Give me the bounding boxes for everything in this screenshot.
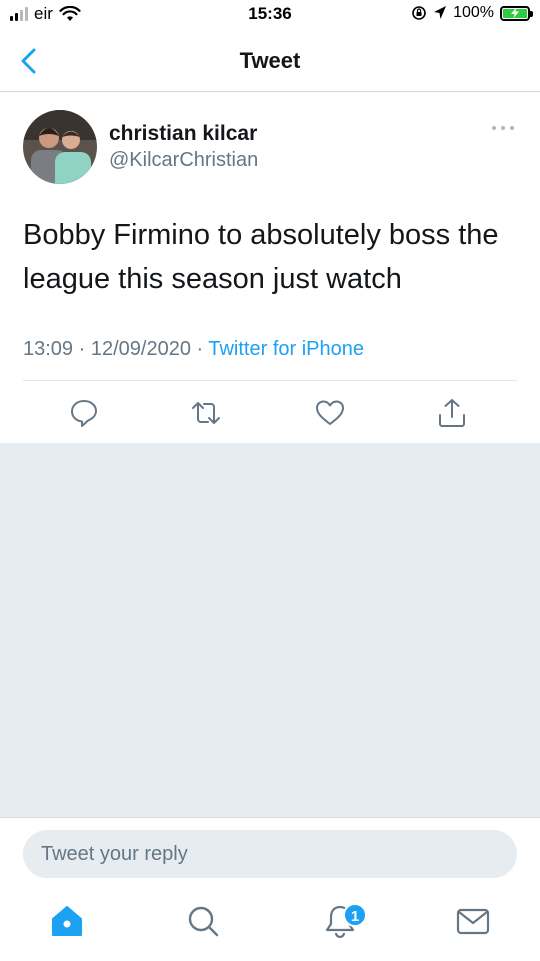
status-right: 100%: [411, 4, 533, 22]
more-options-icon[interactable]: [490, 123, 516, 133]
meta-separator: ·: [190, 338, 209, 360]
tweet-detail: christian kilcar @KilcarChristian Bobby …: [0, 93, 540, 443]
page-title: Tweet: [239, 48, 301, 73]
tweet-source-link[interactable]: Twitter for iPhone: [208, 338, 364, 360]
messages-icon[interactable]: [455, 903, 491, 939]
status-bar: eir 15:36 100%: [0, 0, 540, 32]
home-icon[interactable]: [49, 903, 85, 939]
charging-bolt-icon: [511, 8, 519, 18]
meta-separator: ·: [73, 338, 91, 360]
orientation-lock-icon: [412, 6, 426, 20]
notification-badge: 1: [343, 903, 367, 927]
tweet-text: Bobby Firmino to absolutely boss the lea…: [23, 219, 499, 295]
share-icon[interactable]: [436, 397, 468, 429]
retweet-icon[interactable]: [190, 397, 222, 429]
reply-icon[interactable]: [68, 397, 100, 429]
tweet-meta: 13:09 · 12/09/2020 · Twitter for iPhone: [23, 338, 364, 361]
location-arrow-icon: [434, 6, 447, 19]
replies-area: [0, 443, 540, 817]
reply-input[interactable]: Tweet your reply: [23, 830, 517, 878]
author-name[interactable]: christian kilcar: [109, 122, 257, 146]
divider: [23, 380, 517, 381]
tweet-date: 12/09/2020: [90, 338, 191, 360]
avatar-photo: [23, 110, 97, 184]
tab-bar: [0, 889, 540, 961]
avatar[interactable]: [23, 110, 97, 184]
search-icon[interactable]: [185, 903, 221, 939]
battery-percent: 100%: [453, 4, 494, 21]
like-icon[interactable]: [314, 397, 346, 429]
battery-icon: [500, 5, 533, 21]
reply-bar: Tweet your reply: [0, 817, 540, 889]
author-handle[interactable]: @KilcarChristian: [109, 149, 258, 172]
tweet-actions: [0, 393, 540, 433]
tweet-time: 13:09: [23, 338, 74, 360]
navigation-bar: Tweet: [0, 32, 540, 92]
